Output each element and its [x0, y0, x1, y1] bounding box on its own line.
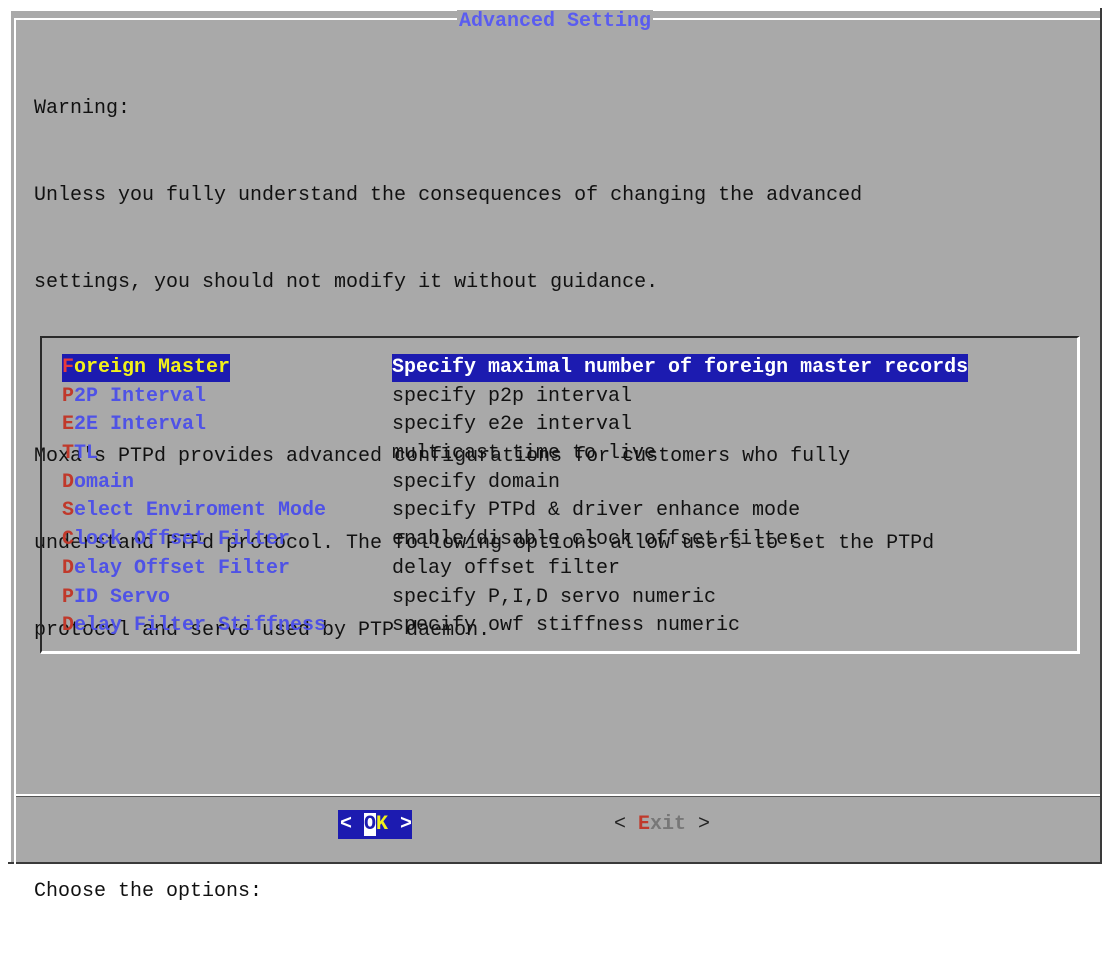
warning-text-line: Unless you fully understand the conseque… — [34, 184, 863, 207]
menu-item-hotkey: C — [62, 528, 75, 552]
menu-item-hotkey: D — [62, 614, 75, 638]
menu-item-tag-rest: 2E Interval — [74, 413, 207, 437]
menu-item-tag-rest: lock Offset Filter — [74, 528, 291, 552]
menu-item-description[interactable]: Specify maximal number of foreign master… — [392, 354, 969, 382]
menu-item-tag[interactable]: Foreign Master — [62, 354, 231, 382]
menu-item-tag-rest: elay Offset Filter — [74, 556, 291, 580]
ok-button-hotkey: O — [364, 813, 377, 836]
menu-item-domain[interactable]: Domain specify domain — [62, 469, 1062, 498]
menu-item-tag-rest: omain — [74, 470, 135, 494]
menu-item-description[interactable]: specify owf stiffness numeric — [392, 612, 740, 640]
choose-options-prompt: Choose the options: — [34, 880, 263, 903]
dialog-border-right — [1100, 8, 1102, 864]
menu-item-description[interactable]: specify PTPd & driver enhance mode — [392, 497, 800, 525]
menu-item-p2p-interval[interactable]: P2P Interval specify p2p interval — [62, 383, 1062, 412]
menu-item-description[interactable]: enable/disable clock offset filter — [392, 526, 800, 554]
menu-item-tag-rest: oreign Master — [74, 356, 231, 379]
menu-item-description[interactable]: multicast time to live — [392, 440, 656, 468]
menu-item-foreign-master[interactable]: Foreign Master Specify maximal number of… — [62, 354, 1062, 383]
menu-item-tag-rest: TL — [74, 442, 99, 466]
menu-item-description[interactable]: specify p2p interval — [392, 383, 632, 411]
menu-item-hotkey: F — [62, 356, 75, 379]
exit-button-label-rest: xit — [650, 813, 687, 836]
menu-item-description[interactable]: specify domain — [392, 469, 560, 497]
menu-item-clock-offset-filter[interactable]: Clock Offset Filter enable/disable clock… — [62, 526, 1062, 555]
menu-item-tag[interactable]: TTL — [62, 440, 98, 468]
menu-item-pid-servo[interactable]: PID Servo specify P,I,D servo numeric — [62, 584, 1062, 613]
exit-button-left-bracket: < — [614, 813, 639, 836]
menu-item-hotkey: P — [62, 585, 75, 609]
menu-item-hotkey: T — [62, 442, 75, 466]
menu-item-description[interactable]: delay offset filter — [392, 555, 620, 583]
menu-item-hotkey: P — [62, 384, 75, 408]
warning-heading: Warning: — [34, 97, 131, 120]
menu-item-delay-offset-filter[interactable]: Delay Offset Filter delay offset filter — [62, 555, 1062, 584]
menu-item-tag[interactable]: Delay Offset Filter — [62, 555, 290, 583]
options-menu-box: Foreign Master Specify maximal number of… — [40, 336, 1080, 654]
menu-item-e2e-interval[interactable]: E2E Interval specify e2e interval — [62, 411, 1062, 440]
menu-item-tag-rest: ID Servo — [74, 585, 171, 609]
menu-item-description[interactable]: specify P,I,D servo numeric — [392, 584, 716, 612]
menu-item-tag[interactable]: E2E Interval — [62, 411, 206, 439]
menu-item-hotkey: D — [62, 470, 75, 494]
menu-item-tag-rest: elect Enviroment Mode — [74, 499, 327, 523]
menu-item-tag[interactable]: Domain — [62, 469, 134, 497]
menu-item-description[interactable]: specify e2e interval — [392, 411, 632, 439]
menu-item-tag-rest: 2P Interval — [74, 384, 207, 408]
dialog-title: Advanced Setting — [456, 10, 654, 33]
menu-item-tag[interactable]: Clock Offset Filter — [62, 526, 290, 554]
menu-item-delay-filter-stiffness[interactable]: Delay Filter Stiffness specify owf stiff… — [62, 612, 1062, 641]
menu-item-select-environment-mode[interactable]: Select Enviroment Mode specify PTPd & dr… — [62, 497, 1062, 526]
menu-item-tag[interactable]: P2P Interval — [62, 383, 206, 411]
advanced-setting-dialog: Advanced Setting Warning: Unless you ful… — [8, 8, 1102, 903]
dialog-inner-border-top — [16, 18, 1100, 20]
ok-button[interactable]: < OK > — [338, 810, 413, 839]
menu-item-tag[interactable]: PID Servo — [62, 584, 170, 612]
exit-button-right-bracket: > — [686, 813, 711, 836]
dialog-border-top — [8, 8, 1102, 11]
ok-button-label-rest: K — [376, 813, 389, 836]
exit-button[interactable]: < Exit > — [614, 810, 710, 839]
dialog-title-bar: Advanced Setting — [8, 9, 1102, 35]
dialog-border-left — [8, 8, 11, 864]
ok-button-right-bracket: > — [388, 813, 413, 836]
menu-item-hotkey: D — [62, 556, 75, 580]
ok-button-left-bracket: < — [340, 813, 365, 836]
exit-button-hotkey: E — [638, 813, 651, 836]
menu-item-ttl[interactable]: TTL multicast time to live — [62, 440, 1062, 469]
button-area-separator-shadow — [16, 796, 1100, 797]
options-menu-list: Foreign Master Specify maximal number of… — [62, 354, 1062, 641]
warning-text-line: settings, you should not modify it witho… — [34, 271, 659, 294]
menu-item-tag[interactable]: Select Enviroment Mode — [62, 497, 326, 525]
menu-item-hotkey: S — [62, 499, 75, 523]
dialog-inner-border-left — [14, 18, 16, 864]
menu-item-tag-rest: elay Filter Stiffness — [74, 614, 327, 638]
menu-item-hotkey: E — [62, 413, 75, 437]
menu-item-tag[interactable]: Delay Filter Stiffness — [62, 612, 326, 640]
